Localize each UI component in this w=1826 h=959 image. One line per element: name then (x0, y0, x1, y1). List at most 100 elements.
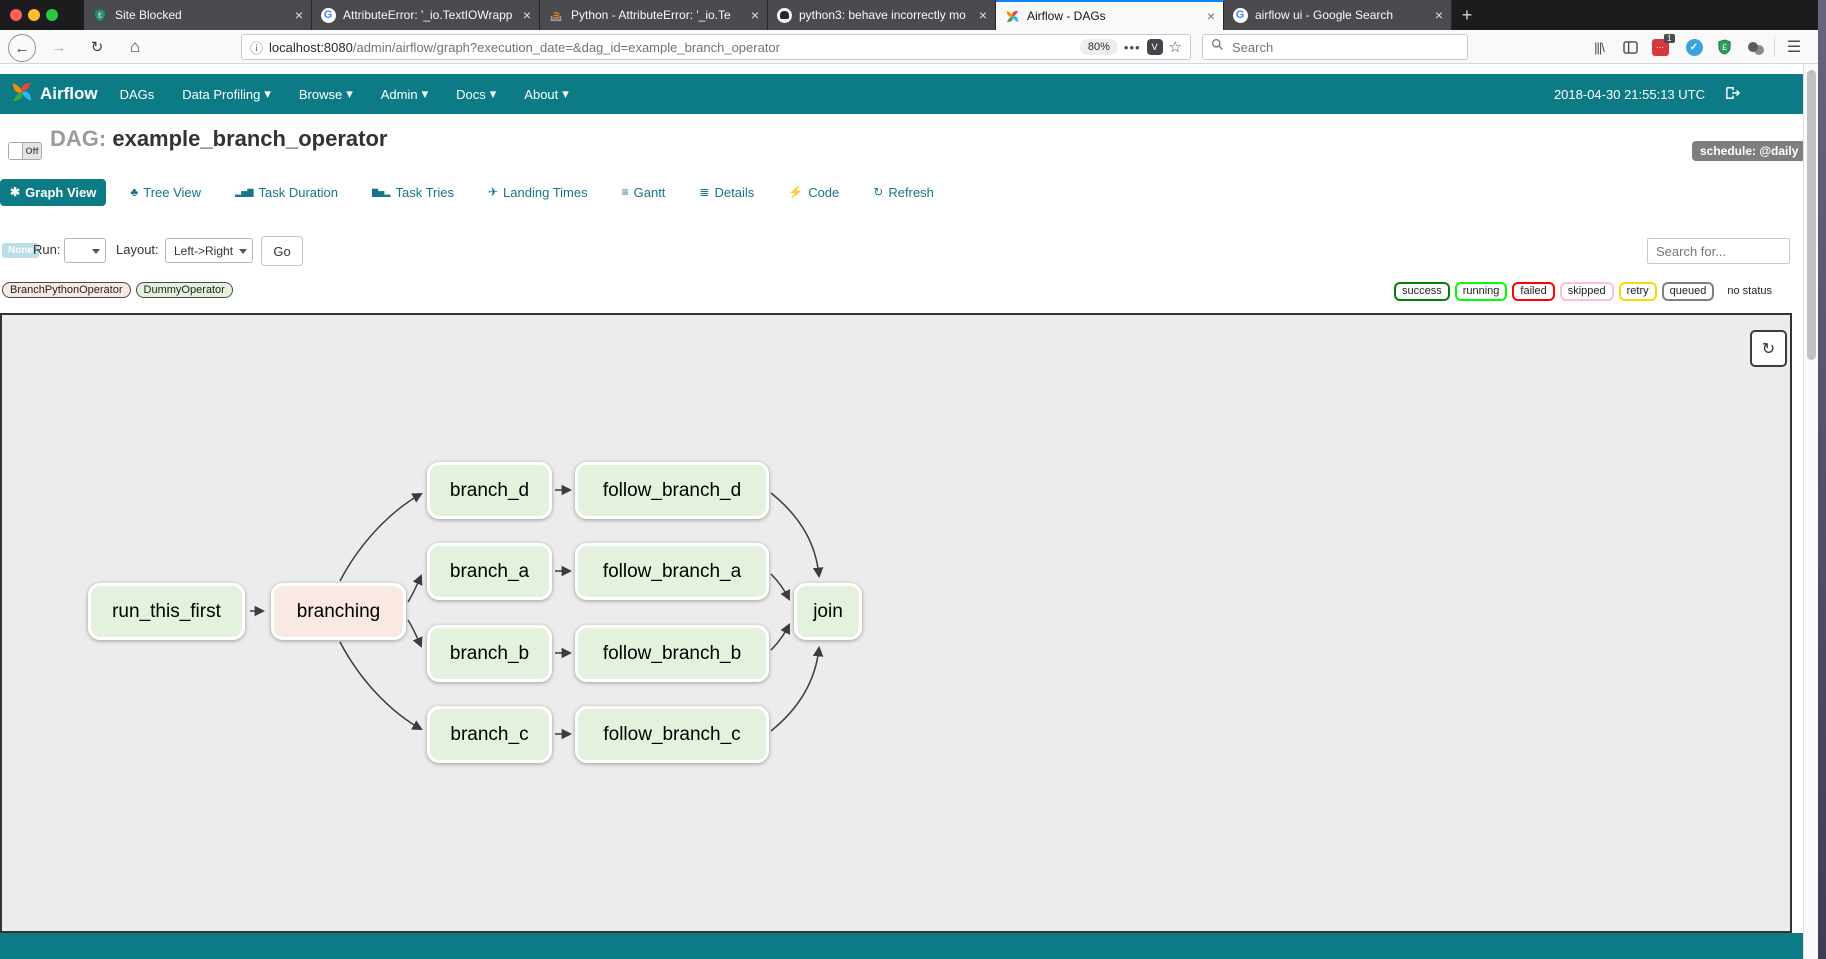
tab-details[interactable]: ≣Details (689, 179, 764, 206)
tab-attributeerror-google[interactable]: G AttributeError: '_io.TextIOWrapp × (312, 0, 540, 30)
library-icon[interactable]: |||\ (1589, 37, 1609, 57)
task-node-branch_d[interactable]: branch_d (427, 462, 552, 519)
layout-label: Layout: (116, 242, 159, 257)
logout-icon[interactable] (1725, 86, 1741, 103)
brand-label: Airflow (40, 84, 98, 104)
close-icon[interactable]: × (1207, 8, 1215, 24)
tab-python3-github[interactable]: python3: behave incorrectly mo × (768, 0, 996, 30)
maximize-window-button[interactable] (46, 9, 58, 21)
search-input[interactable] (1230, 39, 1434, 56)
tab-airflow-dags[interactable]: Airflow - DAGs × (996, 0, 1224, 30)
tab-code[interactable]: ⚡Code (778, 179, 849, 206)
url-bar[interactable]: ⓘ localhost:8080/admin/airflow/graph?exe… (241, 34, 1191, 60)
nav-item-admin[interactable]: Admin▾ (381, 86, 428, 102)
close-window-button[interactable] (10, 9, 22, 21)
task-node-follow_branch_b[interactable]: follow_branch_b (575, 625, 769, 682)
tab-graph-view[interactable]: ✱Graph View (0, 179, 106, 206)
home-icon[interactable]: ⌂ (122, 34, 148, 60)
tab-tree-view[interactable]: ♣Tree View (120, 179, 211, 206)
schedule-badge: schedule: @daily (1692, 141, 1806, 161)
go-button[interactable]: Go (261, 236, 303, 266)
task-node-branch_c[interactable]: branch_c (427, 706, 552, 763)
tab-gantt[interactable]: ≡Gantt (612, 179, 676, 206)
zoom-level-pill[interactable]: 80% (1080, 39, 1118, 55)
menu-icon[interactable]: ☰ (1784, 37, 1804, 57)
legend-success: success (1394, 282, 1450, 301)
containers-icon[interactable] (1743, 37, 1763, 57)
pocket-icon[interactable]: ᐯ (1147, 39, 1163, 55)
task-node-branch_b[interactable]: branch_b (427, 625, 552, 682)
close-icon[interactable]: × (1435, 7, 1443, 23)
scrollbar-thumb[interactable] (1807, 70, 1816, 360)
airflow-icon (1004, 8, 1020, 24)
browser-toolbar: ← → ↻ ⌂ ⓘ localhost:8080/admin/airflow/g… (0, 30, 1818, 64)
task-search-input[interactable] (1647, 238, 1790, 264)
bookmark-star-icon[interactable]: ☆ (1169, 38, 1182, 56)
page-actions-icon[interactable]: ••• (1124, 40, 1141, 55)
tab-title: Airflow - DAGs (1027, 9, 1200, 23)
nav-item-docs[interactable]: Docs▾ (456, 86, 496, 102)
nav-item-data-profiling[interactable]: Data Profiling▾ (182, 86, 271, 102)
task-node-run_this_first[interactable]: run_this_first (88, 583, 245, 640)
nav-item-about[interactable]: About▾ (524, 86, 569, 102)
code-bolt-icon: ⚡ (788, 185, 803, 199)
task-node-branch_a[interactable]: branch_a (427, 543, 552, 600)
minimize-window-button[interactable] (28, 9, 40, 21)
page-scrollbar[interactable] (1803, 64, 1818, 959)
operator-legend: BranchPythonOperator DummyOperator (2, 282, 233, 298)
dag-pause-toggle[interactable]: Off (8, 142, 42, 160)
title-prefix: DAG: (50, 126, 106, 151)
tab-refresh[interactable]: ↻Refresh (863, 179, 944, 206)
extension-shield-icon[interactable]: £ (1714, 37, 1734, 57)
task-node-follow_branch_c[interactable]: follow_branch_c (575, 706, 769, 763)
back-icon[interactable]: ← (8, 34, 36, 62)
nav-item-browse[interactable]: Browse▾ (299, 86, 353, 102)
airflow-brand[interactable]: Airflow (10, 80, 98, 109)
new-tab-button[interactable]: + (1452, 0, 1482, 30)
nav-item-dags[interactable]: DAGs (120, 86, 155, 102)
task-node-branching[interactable]: branching (271, 583, 406, 640)
chevron-down-icon: ▾ (422, 86, 429, 102)
navbar-menu: DAGs Data Profiling▾ Browse▾ Admin▾ Docs… (120, 86, 569, 102)
search-bar[interactable] (1202, 34, 1468, 60)
chevron-down-icon (92, 249, 100, 254)
extension-badge: 1 (1664, 34, 1674, 43)
sidebars-icon[interactable] (1620, 37, 1640, 57)
toggle-label: Off (23, 146, 41, 156)
tab-strip: £ Site Blocked × G AttributeError: '_io.… (84, 0, 1482, 30)
url-path: /admin/airflow/graph?execution_date=&dag… (353, 40, 780, 55)
chevron-down-icon: ▾ (264, 86, 271, 102)
chevron-down-icon (239, 249, 247, 254)
close-icon[interactable]: × (523, 7, 531, 23)
task-node-join[interactable]: join (794, 583, 862, 640)
airflow-navbar: Airflow DAGs Data Profiling▾ Browse▾ Adm… (0, 74, 1803, 114)
run-select[interactable] (64, 238, 106, 263)
graph-view-icon: ✱ (10, 185, 20, 199)
chevron-down-icon: ▾ (562, 86, 569, 102)
gantt-icon: ≡ (622, 185, 629, 199)
tab-task-duration[interactable]: ▂▅▇Task Duration (225, 179, 348, 206)
task-node-follow_branch_d[interactable]: follow_branch_d (575, 462, 769, 519)
close-icon[interactable]: × (979, 7, 987, 23)
close-icon[interactable]: × (295, 7, 303, 23)
url-host: localhost:8080 (269, 40, 353, 55)
tree-view-icon: ♣ (130, 185, 138, 199)
reload-icon[interactable]: ↻ (84, 34, 110, 60)
plane-icon: ✈ (488, 185, 498, 199)
tab-python-stackoverflow[interactable]: Python - AttributeError: '_io.Te × (540, 0, 768, 30)
tab-task-tries[interactable]: ▇▅▂Task Tries (362, 179, 464, 206)
chevron-down-icon: ▾ (346, 86, 353, 102)
extension-red-icon[interactable]: ⋯ 1 (1650, 37, 1670, 57)
graph-refresh-button[interactable]: ↻ (1750, 330, 1787, 367)
layout-select[interactable]: Left->Right (165, 238, 253, 263)
forward-icon[interactable]: → (46, 34, 72, 60)
google-icon: G (1232, 7, 1248, 23)
site-info-icon[interactable]: ⓘ (250, 38, 263, 57)
extension-blue-icon[interactable]: ✓ (1684, 37, 1704, 57)
task-node-follow_branch_a[interactable]: follow_branch_a (575, 543, 769, 600)
tab-airflow-ui-search[interactable]: G airflow ui - Google Search × (1224, 0, 1452, 30)
tab-site-blocked[interactable]: £ Site Blocked × (84, 0, 312, 30)
tab-landing-times[interactable]: ✈Landing Times (478, 179, 598, 206)
airflow-logo-icon (10, 80, 34, 109)
close-icon[interactable]: × (751, 7, 759, 23)
